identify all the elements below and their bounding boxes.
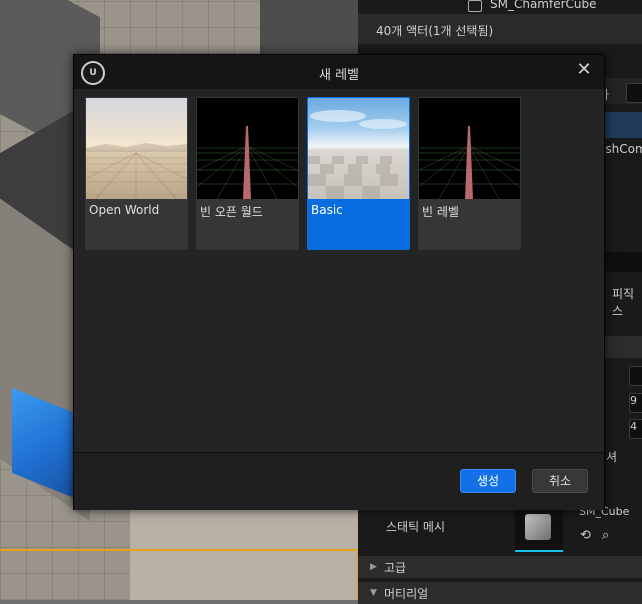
dialog-header: U 새 레벨 ✕ (74, 55, 604, 89)
rotation-y-field[interactable]: 9 (629, 393, 642, 413)
basic-floor-graphic (308, 110, 407, 199)
basic-thumbnail (308, 98, 409, 199)
template-basic[interactable]: Basic (307, 97, 410, 250)
details-option-button[interactable] (626, 83, 642, 103)
open-world-thumbnail (86, 98, 187, 199)
dialog-title: 새 레벨 (318, 68, 359, 83)
template-empty-open-world[interactable]: 빈 오픈 월드 (196, 97, 299, 250)
collapse-arrow-icon[interactable]: ▼ (370, 588, 377, 598)
actor-count-text: 40개 액터(1개 선택됨) (376, 24, 494, 38)
outliner-selected-item[interactable]: SM_ChamferCube (490, 0, 597, 11)
template-label: Basic (311, 203, 343, 217)
empty-level-thumbnail (419, 98, 520, 199)
dialog-footer: 생성 취소 (74, 452, 604, 510)
close-button[interactable]: ✕ (572, 58, 596, 82)
field-value: 9 (630, 394, 637, 407)
grid-floor-graphic (419, 126, 520, 199)
field-value: 4 (630, 420, 637, 433)
template-grid: Open World 빈 오픈 월드 Basic 빈 레벨 (74, 89, 604, 452)
section-material-label: 머티리얼 (384, 587, 429, 601)
template-label: 빈 오픈 월드 (200, 205, 263, 219)
cancel-button[interactable]: 취소 (532, 469, 588, 493)
scale-y-field[interactable]: 4 (629, 419, 642, 439)
template-label: Open World (89, 203, 160, 217)
new-level-dialog: U 새 레벨 ✕ Open World 빈 오픈 월드 Basic 빈 레벨 생… (73, 54, 605, 510)
template-label: 빈 레벨 (422, 205, 459, 219)
clipped-mobility-text: 셔 (606, 450, 618, 464)
open-world-floor-grid (86, 143, 187, 199)
browse-asset-icon[interactable]: ⌕ (602, 528, 616, 543)
use-selected-icon[interactable]: ⟲ (580, 528, 594, 543)
template-empty-level[interactable]: 빈 레벨 (418, 97, 521, 250)
template-open-world[interactable]: Open World (85, 97, 188, 250)
cube-mesh-icon (525, 514, 551, 540)
mesh-thumbnail[interactable] (515, 508, 563, 552)
static-mesh-icon (468, 0, 482, 12)
location-y-field[interactable] (629, 366, 642, 386)
tab-physics[interactable]: 피직스 (612, 285, 642, 319)
section-advanced-label: 고급 (384, 561, 407, 575)
grid-floor-graphic (197, 126, 298, 199)
static-mesh-label: 스태틱 메시 (386, 520, 446, 534)
expand-arrow-icon[interactable]: ▶ (370, 562, 377, 572)
empty-open-world-thumbnail (197, 98, 298, 199)
create-button[interactable]: 생성 (460, 469, 516, 493)
selection-outline (0, 549, 359, 600)
